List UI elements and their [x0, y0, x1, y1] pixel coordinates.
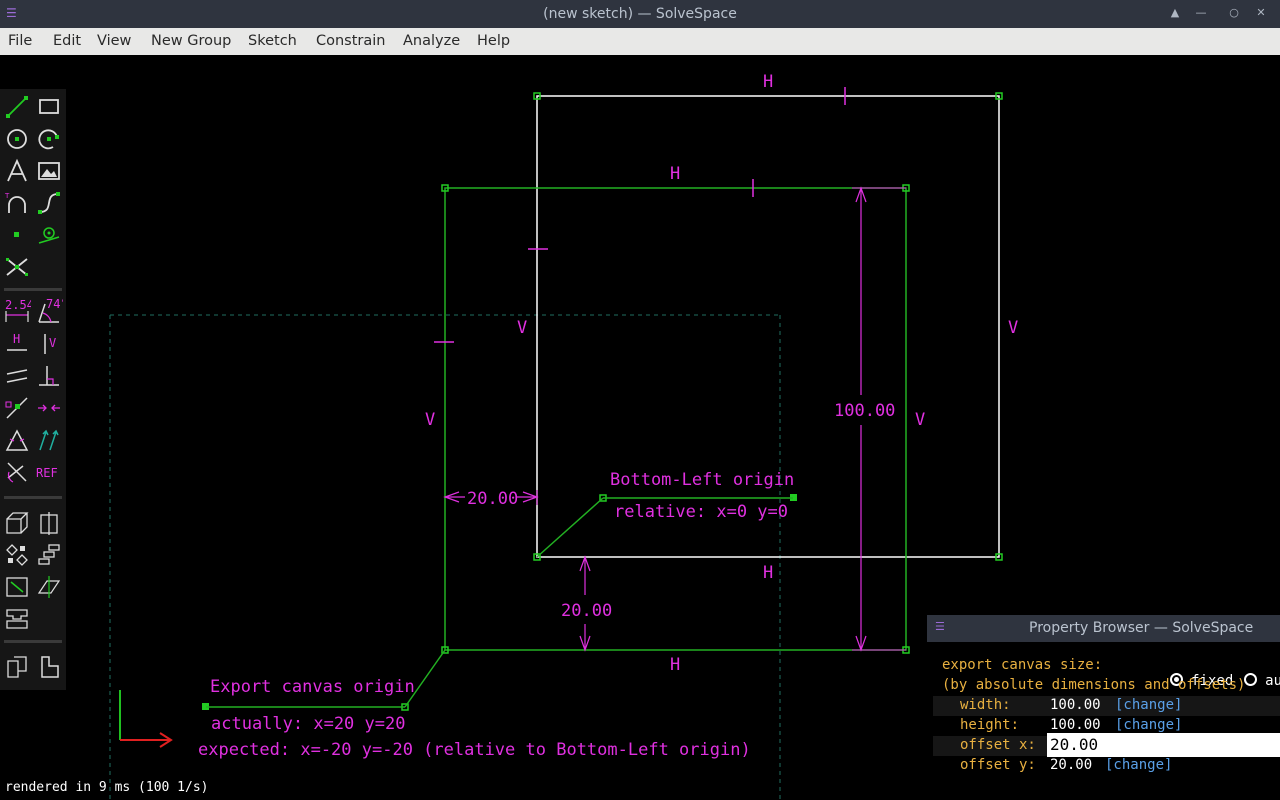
property-browser-title: Property Browser — SolveSpace [1029, 620, 1254, 636]
export-canvas-size-label: export canvas size: [942, 657, 1103, 673]
width-change-link[interactable]: [change] [1115, 697, 1182, 713]
svg-text:H: H [13, 332, 20, 346]
minimize-icon[interactable]: — [1194, 6, 1208, 19]
point-on-line-icon[interactable] [3, 394, 31, 422]
point-icon[interactable] [3, 221, 31, 249]
vertical-constraint-label[interactable]: V [517, 318, 527, 338]
parallel-constraint-icon[interactable] [3, 362, 31, 390]
comment-export-expected[interactable]: expected: x=-20 y=-20 (relative to Botto… [198, 740, 751, 760]
line-segment-icon[interactable] [3, 93, 31, 121]
menu-edit[interactable]: Edit [53, 33, 81, 49]
horizontal-constraint-label[interactable]: H [670, 655, 680, 675]
sketch-in-workplane-icon[interactable] [35, 573, 63, 601]
offset-y-label: offset y: [960, 757, 1036, 773]
comment-export-actual[interactable]: actually: x=20 y=20 [211, 714, 405, 734]
new-sketch-icon[interactable] [35, 653, 63, 681]
window-title: (new sketch) — SolveSpace [543, 6, 737, 22]
step-translating-icon[interactable] [35, 541, 63, 569]
width-label: width: [960, 697, 1011, 713]
render-status: rendered in 9 ms (100 1/s) [5, 780, 209, 795]
comment-bottom-left-relative[interactable]: relative: x=0 y=0 [614, 502, 788, 522]
menu-sketch[interactable]: Sketch [248, 33, 297, 49]
workplane-icon[interactable] [35, 221, 63, 249]
perpendicular-constraint-icon[interactable] [35, 362, 63, 390]
step-rotating-icon[interactable] [3, 541, 31, 569]
distance-dimension-icon[interactable]: 2.54 [3, 298, 31, 326]
vertical-constraint-icon[interactable]: V [35, 330, 63, 358]
property-browser: ☰ Property Browser — SolveSpace export c… [927, 615, 1280, 800]
solvespace-icon: ☰ [935, 620, 945, 633]
width-value: 100.00 [1050, 697, 1101, 713]
shade-icon[interactable]: ▲ [1168, 6, 1182, 19]
offset-x-label: offset x: [960, 737, 1036, 753]
horizontal-constraint-label[interactable]: H [670, 164, 680, 184]
toolbar-separator [4, 640, 62, 643]
text-icon[interactable] [3, 157, 31, 185]
horizontal-constraint-label[interactable]: H [763, 563, 773, 583]
window-titlebar: ☰ (new sketch) — SolveSpace ▲ — ○ ✕ [0, 0, 1280, 28]
horizontal-constraint-icon[interactable]: H [3, 330, 31, 358]
circle-icon[interactable] [3, 125, 31, 153]
comment-bottom-left-title[interactable]: Bottom-Left origin [610, 470, 794, 490]
import-icon[interactable] [3, 653, 31, 681]
menu-analyze[interactable]: Analyze [403, 33, 460, 49]
assemble-icon[interactable] [3, 605, 31, 633]
radio-unselected-icon [1243, 673, 1257, 686]
menu-view[interactable]: View [97, 33, 131, 49]
dimension-20-vertical-label[interactable]: 20.00 [561, 601, 612, 621]
property-browser-titlebar: ☰ Property Browser — SolveSpace [927, 615, 1280, 642]
offset-x-edit-field[interactable]: 20.00 [1047, 733, 1280, 757]
vertical-constraint-label[interactable]: V [915, 410, 925, 430]
restore-icon[interactable]: ○ [1227, 6, 1241, 19]
bezier-spline-icon[interactable] [35, 189, 63, 217]
menu-new-group[interactable]: New Group [151, 33, 231, 49]
dimension-20-horizontal-label[interactable]: 20.00 [467, 489, 518, 509]
reference-icon[interactable]: REF [35, 458, 63, 486]
height-change-link[interactable]: [change] [1115, 717, 1182, 733]
rectangle-icon[interactable] [35, 93, 63, 121]
menu-constrain[interactable]: Constrain [316, 33, 386, 49]
other-supplementary-icon[interactable] [3, 458, 31, 486]
vertical-constraint-label[interactable]: V [1008, 318, 1018, 338]
same-orientation-icon[interactable] [35, 426, 63, 454]
vertical-constraint-label[interactable]: V [425, 410, 435, 430]
svg-text:T: T [4, 192, 10, 200]
horizontal-constraint-label[interactable]: H [763, 72, 773, 92]
menu-bar: File Edit View New Group Sketch Constrai… [0, 28, 1280, 55]
equal-length-icon[interactable] [3, 426, 31, 454]
extrude-icon[interactable] [3, 509, 31, 537]
sketch-in-3d-icon[interactable] [3, 573, 31, 601]
angle-dimension-icon[interactable]: 74° [35, 298, 63, 326]
arc-icon[interactable] [35, 125, 63, 153]
lathe-icon[interactable] [35, 509, 63, 537]
menu-file[interactable]: File [8, 33, 32, 49]
dimension-100-label[interactable]: 100.00 [834, 401, 895, 421]
menu-help[interactable]: Help [477, 33, 510, 49]
svg-text:REF: REF [36, 466, 58, 480]
export-subtitle: (by absolute dimensions and offsets) [942, 677, 1246, 693]
height-value: 100.00 [1050, 717, 1101, 733]
tangent-arc-icon[interactable]: T [3, 189, 31, 217]
close-icon[interactable]: ✕ [1254, 6, 1268, 19]
svg-text:2.54: 2.54 [5, 298, 31, 312]
svg-text:V: V [49, 336, 56, 350]
comment-export-title[interactable]: Export canvas origin [210, 677, 415, 697]
symmetric-icon[interactable] [35, 394, 63, 422]
toolbar-separator [4, 496, 62, 499]
toolbar-separator [4, 288, 62, 291]
leader-line [536, 497, 604, 558]
height-label: height: [960, 717, 1020, 733]
tool-palette: T 2.54 74° H V [0, 89, 66, 690]
image-icon[interactable] [35, 157, 63, 185]
offset-y-value: 20.00 [1050, 757, 1093, 773]
offset-y-change-link[interactable]: [change] [1105, 757, 1172, 773]
split-curves-icon[interactable] [3, 253, 31, 281]
auto-label: auto [1265, 673, 1280, 689]
svg-text:74°: 74° [46, 298, 63, 311]
